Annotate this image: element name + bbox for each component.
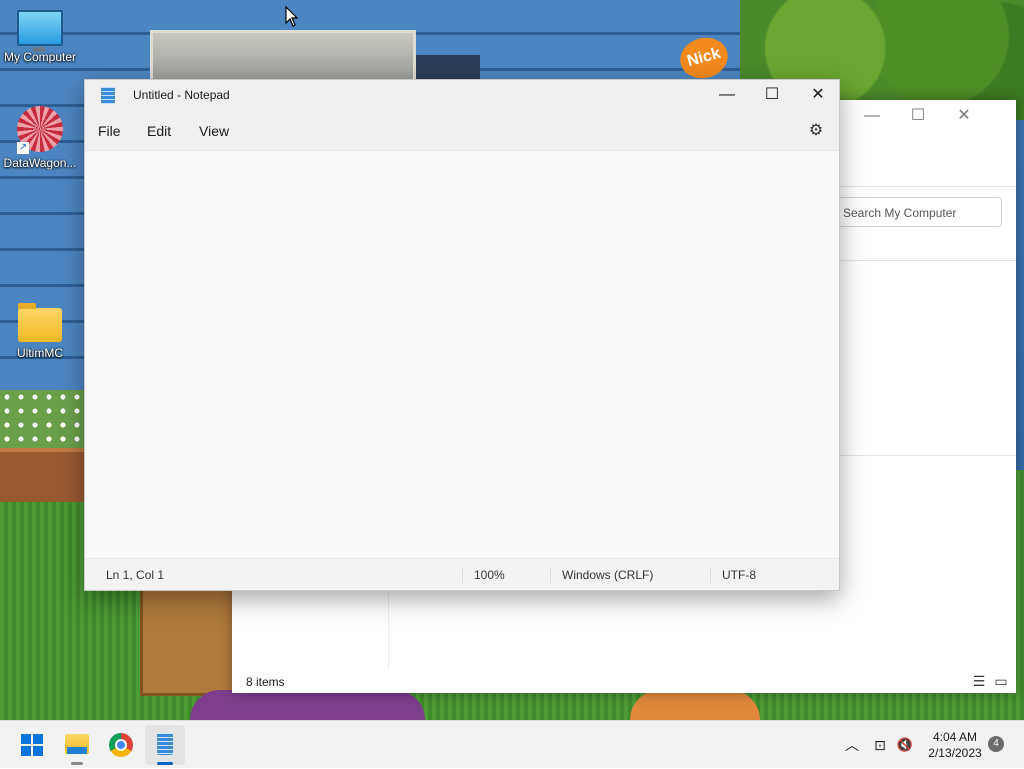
desktop-icon-label: My Computer (3, 50, 77, 64)
taskbar-chrome-button[interactable] (101, 725, 141, 765)
details-view-icon[interactable]: ☰ (971, 673, 987, 689)
status-divider (462, 567, 463, 583)
windows-start-icon (21, 734, 43, 756)
notification-count-badge[interactable]: 4 (988, 736, 1004, 752)
explorer-nav-pane-border (388, 590, 389, 670)
notepad-text-area[interactable] (85, 150, 839, 558)
taskbar-file-explorer-button[interactable] (57, 725, 97, 765)
folder-icon (18, 303, 62, 342)
status-line-endings: Windows (CRLF) (562, 568, 654, 582)
explorer-divider (832, 260, 1016, 261)
notepad-app-icon (101, 87, 115, 104)
notepad-window-title: Untitled - Notepad (133, 88, 230, 102)
explorer-item-count: 8 items (246, 675, 285, 689)
desktop-icon-datawagon[interactable]: ↗ DataWagon... (0, 106, 80, 170)
status-encoding: UTF-8 (722, 568, 756, 582)
clock-time: 4:04 AM (932, 730, 978, 744)
chrome-icon (109, 733, 133, 757)
clock-date: 2/13/2023 (928, 746, 982, 760)
wallpaper-character-orange (630, 690, 760, 720)
file-explorer-icon (65, 734, 89, 754)
menu-edit[interactable]: Edit (147, 112, 171, 150)
wallpaper-bench (140, 585, 241, 696)
tiles-view-icon[interactable]: ▭ (993, 673, 1009, 689)
taskbar-notepad-button[interactable] (145, 725, 185, 765)
status-divider (550, 567, 551, 583)
desktop-icon-ultimmc[interactable]: UltimMC (0, 303, 80, 360)
notepad-menu-bar: File Edit View ⚙ (85, 112, 839, 150)
taskbar-clock[interactable]: 4:04 AM 2/13/2023 (920, 729, 990, 761)
notepad-window[interactable]: Untitled - Notepad — ☐ ✕ File Edit View … (84, 79, 840, 591)
menu-file[interactable]: File (98, 112, 121, 150)
explorer-minimize-button[interactable]: — (849, 100, 895, 132)
notepad-title-bar[interactable]: Untitled - Notepad — ☐ ✕ (85, 80, 839, 112)
explorer-close-button[interactable]: ✕ (941, 100, 987, 132)
network-icon[interactable]: ⊡ (868, 721, 892, 769)
desktop-icon-label: UltimMC (17, 346, 63, 360)
status-divider (710, 567, 711, 583)
wallpaper-character-purple (190, 690, 425, 720)
notepad-close-button[interactable]: ✕ (795, 80, 841, 110)
explorer-search-input[interactable]: Search My Computer (832, 197, 1002, 227)
explorer-title-bar: — ☐ ✕ (856, 100, 1016, 132)
status-zoom-level: 100% (474, 568, 505, 582)
show-hidden-icons-chevron-icon[interactable]: ︿ (840, 721, 864, 769)
taskbar-start-button[interactable] (12, 725, 52, 765)
explorer-maximize-button[interactable]: ☐ (895, 100, 941, 132)
status-cursor-position: Ln 1, Col 1 (106, 568, 165, 582)
datawagon-icon: ↗ (17, 106, 63, 154)
notepad-maximize-button[interactable]: ☐ (749, 80, 795, 110)
shortcut-arrow-icon: ↗ (17, 142, 29, 154)
menu-view[interactable]: View (199, 112, 229, 150)
explorer-divider (832, 455, 1016, 456)
desktop-icon-my-computer[interactable]: My Computer (0, 10, 80, 64)
notepad-icon (157, 733, 173, 755)
active-indicator (157, 762, 173, 765)
settings-gear-icon[interactable]: ⚙ (807, 122, 825, 140)
running-indicator (71, 762, 83, 765)
wallpaper-flowers (0, 390, 90, 455)
taskbar: ︿ ⊡ 🔇 4:04 AM 2/13/2023 4 (0, 720, 1024, 768)
notepad-minimize-button[interactable]: — (704, 80, 750, 110)
mouse-cursor-icon (285, 6, 299, 27)
monitor-icon (17, 10, 63, 52)
notepad-status-bar: Ln 1, Col 1 100% Windows (CRLF) UTF-8 (85, 558, 839, 590)
desktop-icon-label: DataWagon... (3, 156, 77, 170)
volume-muted-icon[interactable]: 🔇 (893, 721, 917, 769)
wallpaper-planter (0, 448, 85, 502)
